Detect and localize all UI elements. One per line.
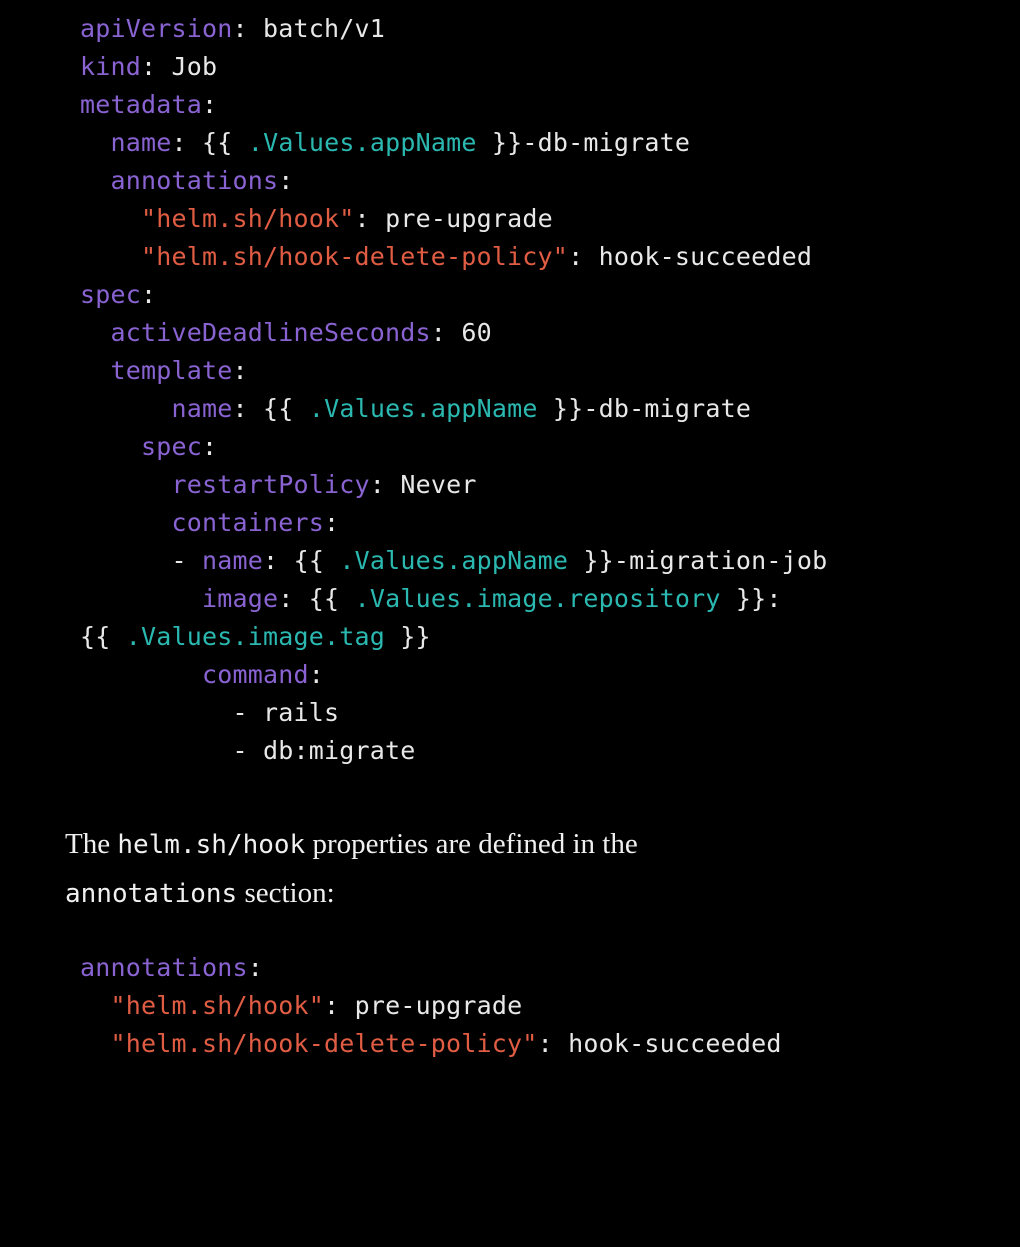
- prose-text: The: [65, 828, 117, 860]
- yaml-key: restartPolicy: [172, 470, 370, 499]
- yaml-key: annotations: [111, 166, 279, 195]
- yaml-value: rails: [263, 698, 339, 727]
- yaml-key: name: [172, 394, 233, 423]
- template-brace: {{: [80, 622, 126, 651]
- prose-text: properties are defined in the: [305, 828, 638, 860]
- yaml-value: -db-migrate: [583, 394, 751, 423]
- inline-code: helm.sh/hook: [117, 830, 305, 860]
- yaml-key: apiVersion: [80, 14, 233, 43]
- template-var: .Values.appName: [309, 394, 538, 423]
- yaml-string-key: "helm.sh/hook-delete-policy": [111, 1029, 538, 1058]
- yaml-code-block-1: apiVersion: batch/v1 kind: Job metadata:…: [0, 10, 1020, 618]
- template-brace: }}: [538, 394, 584, 423]
- yaml-key: image: [202, 584, 278, 613]
- yaml-key: name: [111, 128, 172, 157]
- yaml-value: Never: [400, 470, 476, 499]
- template-var: .Values.image.tag: [126, 622, 385, 651]
- yaml-value: -migration-job: [614, 546, 828, 575]
- template-brace: {{: [309, 584, 355, 613]
- yaml-key: spec: [141, 432, 202, 461]
- yaml-key: metadata: [80, 90, 202, 119]
- yaml-value: -db-migrate: [522, 128, 690, 157]
- yaml-value: pre-upgrade: [355, 991, 523, 1020]
- yaml-value: :: [766, 584, 781, 613]
- prose-text: section:: [237, 877, 334, 909]
- yaml-value: batch/v1: [263, 14, 385, 43]
- template-brace: }}: [721, 584, 767, 613]
- template-var: .Values.appName: [248, 128, 477, 157]
- yaml-key: template: [111, 356, 233, 385]
- yaml-string-key: "helm.sh/hook": [111, 991, 325, 1020]
- template-var: .Values.appName: [339, 546, 568, 575]
- yaml-value: hook-succeeded: [599, 242, 813, 271]
- yaml-key: containers: [172, 508, 325, 537]
- yaml-code-block-1b: command: - rails - db:migrate: [0, 656, 1020, 770]
- template-brace: }}: [385, 622, 431, 651]
- template-brace: }}: [568, 546, 614, 575]
- yaml-key: kind: [80, 52, 141, 81]
- yaml-value: db:migrate: [263, 736, 416, 765]
- template-var: .Values.image.repository: [355, 584, 721, 613]
- inline-code: annotations: [65, 879, 237, 909]
- yaml-key: annotations: [80, 953, 248, 982]
- yaml-key: command: [202, 660, 309, 689]
- template-brace: {{: [294, 546, 340, 575]
- template-brace: }}: [477, 128, 523, 157]
- yaml-key: spec: [80, 280, 141, 309]
- yaml-key: activeDeadlineSeconds: [111, 318, 431, 347]
- prose-paragraph: The helm.sh/hook properties are defined …: [0, 770, 1020, 949]
- yaml-value: hook-succeeded: [568, 1029, 782, 1058]
- yaml-value: 60: [461, 318, 492, 347]
- yaml-code-block-2: annotations: "helm.sh/hook": pre-upgrade…: [0, 949, 1020, 1063]
- template-brace: {{: [263, 394, 309, 423]
- yaml-wrapped-line: {{ .Values.image.tag }}: [0, 618, 1020, 656]
- template-brace: {{: [202, 128, 248, 157]
- yaml-value: pre-upgrade: [385, 204, 553, 233]
- yaml-string-key: "helm.sh/hook": [141, 204, 355, 233]
- yaml-value: Job: [172, 52, 218, 81]
- yaml-string-key: "helm.sh/hook-delete-policy": [141, 242, 568, 271]
- yaml-key: name: [202, 546, 263, 575]
